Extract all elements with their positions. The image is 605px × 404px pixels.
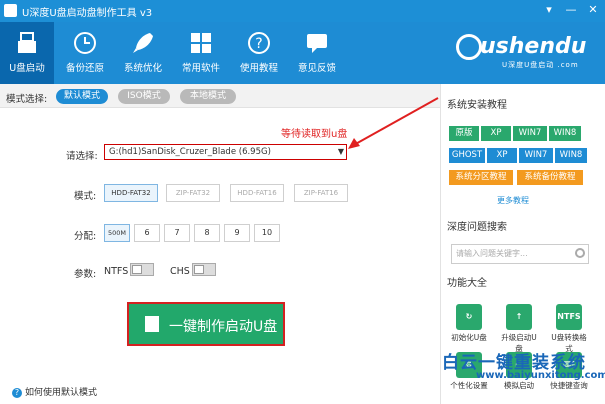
message-bubble-icon	[307, 34, 327, 53]
tab-tutorial[interactable]: ? 使用教程	[232, 22, 286, 84]
grid-apps-icon	[191, 33, 211, 53]
annotation-text: 等待读取到u盘	[281, 129, 348, 140]
tab-label: U盘启动	[9, 63, 45, 74]
title-bar: U深度U盘启动盘制作工具 v3 ▾ — ✕	[0, 0, 605, 22]
minimize-button[interactable]: ▾	[541, 3, 557, 17]
tag-original[interactable]: 原版	[449, 126, 479, 141]
partition-option[interactable]: 7	[164, 224, 190, 242]
partition-label: 分配:	[74, 231, 97, 242]
ntfs-toggle[interactable]	[130, 263, 154, 276]
ntfs-label: NTFS	[104, 266, 129, 277]
func-section-title: 功能大全	[447, 278, 487, 289]
tab-feedback[interactable]: 意见反馈	[290, 22, 344, 84]
app-logo-icon	[4, 4, 17, 17]
tag-ghost-win8[interactable]: WIN8	[555, 148, 587, 163]
tab-label: 备份还原	[65, 63, 104, 74]
format-option-hdd-fat32[interactable]: HDD-FAT32	[104, 184, 158, 202]
brand-tagline: U深度U盘启动 .com	[502, 61, 579, 69]
partition-option[interactable]: 10	[254, 224, 280, 242]
format-option-hdd-fat16[interactable]: HDD-FAT16	[230, 184, 284, 202]
initialize-icon: ↻	[456, 304, 482, 330]
format-option-zip-fat32[interactable]: ZIP-FAT32	[166, 184, 220, 202]
tag-win8[interactable]: WIN8	[549, 126, 581, 141]
usb-drive-icon	[145, 316, 159, 332]
partition-option[interactable]: 8	[194, 224, 220, 242]
tab-system-optimize[interactable]: 系统优化	[116, 22, 170, 84]
tab-label: 常用软件	[181, 63, 220, 74]
chs-label: CHS	[170, 266, 190, 277]
usb-device-select[interactable]: G:(hd1)SanDisk_Cruzer_Blade (6.95G) ▼	[104, 144, 347, 160]
make-boot-usb-button[interactable]: 一键制作启动U盘	[127, 302, 285, 346]
tag-ghost-xp[interactable]: XP	[487, 148, 517, 163]
tab-label: 使用教程	[239, 63, 278, 74]
tab-label: 意见反馈	[297, 63, 336, 74]
tag-ghost-win7[interactable]: WIN7	[519, 148, 553, 163]
brand-emblem-icon	[456, 34, 482, 60]
mode-local-button[interactable]: 本地模式	[180, 89, 236, 104]
mode-default-button[interactable]: 默认模式	[56, 89, 108, 104]
close-button[interactable]: ✕	[585, 3, 601, 17]
watermark-url: www.baiyunxitong.com	[476, 370, 605, 381]
upgrade-icon: ↑	[506, 304, 532, 330]
minimize-icon-button[interactable]: —	[563, 3, 579, 17]
tag-win7[interactable]: WIN7	[513, 126, 547, 141]
tag-xp[interactable]: XP	[481, 126, 511, 141]
usb-drive-icon	[18, 32, 36, 53]
help-label: 如何使用默认模式	[25, 388, 98, 398]
tag-backup-tutorial[interactable]: 系统备份教程	[517, 170, 583, 185]
svg-text:?: ?	[255, 36, 262, 52]
func-label: 初始化U盘	[451, 333, 487, 342]
tab-u-disk-boot[interactable]: U盘启动	[0, 22, 54, 84]
func-upgrade-usb[interactable]: ↑ 升级启动U盘	[499, 304, 539, 354]
chs-toggle[interactable]	[192, 263, 216, 276]
help-link[interactable]: ? 如何使用默认模式	[12, 385, 97, 398]
rocket-icon	[133, 33, 153, 53]
make-button-label: 一键制作启动U盘	[169, 319, 278, 335]
tag-ghost[interactable]: GHOST	[449, 148, 485, 163]
site-watermark: 白云一键重装系统 www.baiyunxitong.com	[436, 348, 605, 384]
func-convert-format[interactable]: NTFS U盘转换格式	[549, 304, 589, 354]
tab-label: 系统优化	[123, 63, 162, 74]
brand-logo: ushendu U深度U盘启动 .com	[452, 28, 602, 76]
tab-common-software[interactable]: 常用软件	[174, 22, 228, 84]
window-title: U深度U盘启动盘制作工具 v3	[22, 8, 153, 19]
question-circle-icon: ?	[248, 32, 270, 54]
help-question-icon: ?	[12, 388, 22, 398]
brand-name: ushendu	[480, 34, 587, 59]
partition-option[interactable]: 9	[224, 224, 250, 242]
faq-search-input[interactable]: 请输入问题关键字...	[451, 244, 589, 264]
dropdown-arrow-icon: ▼	[337, 147, 344, 156]
tag-partition-tutorial[interactable]: 系统分区教程	[449, 170, 513, 185]
annotation-arrow-icon	[348, 97, 439, 149]
more-tutorials-link[interactable]: 更多教程	[497, 195, 529, 206]
params-label: 参数:	[74, 269, 97, 280]
mode-iso-button[interactable]: ISO模式	[118, 89, 170, 104]
ntfs-icon: NTFS	[556, 304, 582, 330]
partition-option[interactable]: 500M	[104, 224, 130, 242]
format-label: 模式:	[74, 191, 97, 202]
clock-restore-icon	[74, 32, 96, 54]
select-label: 请选择:	[66, 151, 98, 162]
search-placeholder: 请输入问题关键字...	[456, 249, 528, 258]
selected-device: G:(hd1)SanDisk_Cruzer_Blade (6.95G)	[109, 147, 271, 157]
tab-backup-restore[interactable]: 备份还原	[58, 22, 112, 84]
format-option-zip-fat16[interactable]: ZIP-FAT16	[294, 184, 348, 202]
func-init-usb[interactable]: ↻ 初始化U盘	[449, 304, 489, 343]
faq-section-title: 深度问题搜索	[447, 222, 507, 233]
install-section-title: 系统安装教程	[447, 100, 507, 111]
mode-label: 模式选择:	[6, 94, 48, 105]
search-icon[interactable]	[575, 248, 585, 258]
partition-option[interactable]: 6	[134, 224, 160, 242]
